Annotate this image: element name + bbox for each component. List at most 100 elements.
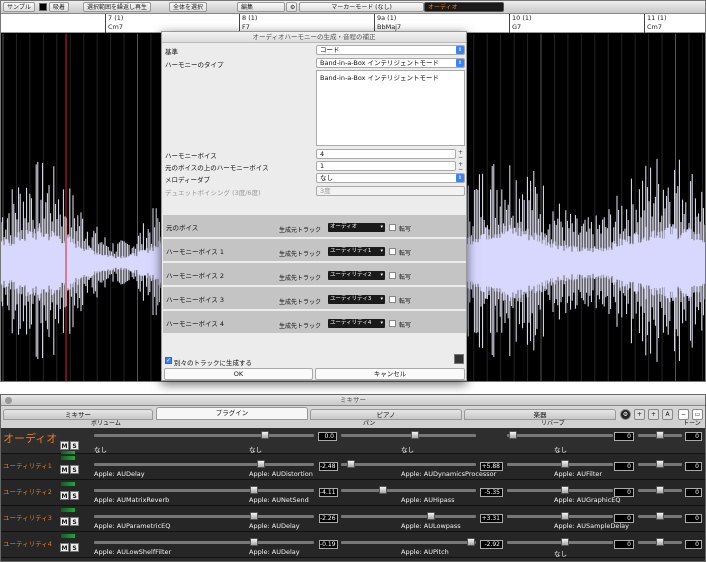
close-window-icon[interactable] [5,397,12,404]
tone-knob[interactable] [656,512,664,520]
harmony-type-list[interactable]: Band-in-a-Box インテリジェントモード [316,70,465,146]
volume-slider[interactable] [94,489,314,492]
piano-keyboard-icon[interactable] [454,354,464,364]
reverb-knob[interactable] [561,460,569,468]
plugin-slot[interactable]: Apple: AUDelay [249,522,300,530]
volume-knob[interactable] [257,460,265,468]
harmony-type-list-item[interactable]: Band-in-a-Box インテリジェントモード [317,71,464,83]
tab-instruments[interactable]: 楽器 [464,409,616,420]
pan-value-box[interactable]: -2.26 [319,514,338,523]
volume-slider[interactable] [94,541,314,544]
edit-menu-button[interactable]: 編集 [237,2,285,12]
plugin-slot[interactable]: なし [554,444,567,454]
basis-select[interactable]: コード ⇕ [316,45,465,55]
minimize-icon[interactable]: − [678,409,689,420]
tab-piano[interactable]: ピアノ [310,409,462,420]
transcribe-checkbox[interactable] [389,272,396,279]
reverb-knob[interactable] [561,538,569,546]
volume-knob[interactable] [250,512,258,520]
tone-box[interactable]: 0 [685,432,702,441]
volume-knob[interactable] [261,431,269,439]
maximize-icon[interactable]: ▭ [692,409,703,420]
tone-box[interactable]: 0 [685,462,702,471]
melody-dub-select[interactable]: なし ⇕ [316,173,465,183]
mute-button[interactable]: M [60,465,69,474]
reverb-slider[interactable] [507,541,613,544]
pan-slider[interactable] [341,489,476,492]
pan-knob[interactable] [379,486,387,494]
reverb-value-box[interactable]: -2.92 [480,540,503,549]
absorb-checkbox[interactable] [39,3,47,11]
plugin-slot[interactable]: Apple: AUMatrixReverb [94,496,169,504]
plugin-slot[interactable]: Apple: AULowpass [401,522,461,530]
reverb-box[interactable]: 0 [614,462,634,471]
solo-button[interactable]: S [70,517,79,526]
plugin-slot[interactable]: Apple: AUFilter [554,470,602,478]
reverb-knob[interactable] [561,486,569,494]
mute-button[interactable]: M [60,441,69,450]
marker-mode-select[interactable]: マーカーモード (なし) [299,2,424,12]
plugin-slot[interactable]: Apple: AUDynamicsProcessor [401,470,496,478]
plugin-slot[interactable]: なし [94,444,107,454]
ok-button[interactable]: OK [164,368,313,380]
tone-box[interactable]: 0 [685,488,702,497]
tone-knob[interactable] [656,431,664,439]
add-icon[interactable]: + [648,409,659,420]
gear-icon[interactable]: ⚙ [620,409,631,420]
track-select[interactable]: ユーティリティ4 ▾ [328,319,385,328]
separate-tracks-checkbox[interactable]: ✓ [165,357,172,364]
plugin-slot[interactable]: Apple: AUDelay [94,470,145,478]
pan-slider[interactable] [341,463,476,466]
stepper-icon[interactable]: + − [457,162,464,173]
tone-knob[interactable] [656,486,664,494]
plugin-slot[interactable]: Apple: AUDelay [249,548,300,556]
plugin-slot[interactable]: Apple: AUPitch [401,548,449,556]
transcribe-checkbox[interactable] [389,320,396,327]
reverb-knob[interactable] [509,431,517,439]
transcribe-checkbox[interactable] [389,248,396,255]
pan-knob[interactable] [427,512,435,520]
plugin-slot[interactable]: Apple: AUGraphicEQ [554,496,621,504]
reverb-box[interactable]: 0 [614,540,634,549]
reverb-knob[interactable] [561,512,569,520]
tone-knob[interactable] [656,538,664,546]
pan-knob[interactable] [467,538,475,546]
reverb-slider[interactable] [507,463,613,466]
pan-knob[interactable] [347,460,355,468]
harmony-type-select[interactable]: Band-in-a-Box インテリジェントモード ⇕ [316,58,465,68]
add-icon[interactable]: + [634,409,645,420]
plugin-slot[interactable]: Apple: AUDistortion [249,470,313,478]
select-all-button[interactable]: 全体を選択 [169,2,208,12]
plugin-slot[interactable]: Apple: AUNetSend [249,496,309,504]
volume-knob[interactable] [250,538,258,546]
mute-button[interactable]: M [60,491,69,500]
plugin-slot[interactable]: なし [249,444,262,454]
tone-knob[interactable] [656,460,664,468]
track-select[interactable]: オーディオ [424,2,504,12]
volume-slider[interactable] [94,515,314,518]
stepper-icon[interactable]: + − [457,150,464,161]
track-select[interactable]: ユーティリティ3 ▾ [328,295,385,304]
track-select[interactable]: ユーティリティ1 ▾ [328,247,385,256]
reverb-box[interactable]: 0 [614,432,634,441]
transcribe-checkbox[interactable] [389,296,396,303]
cancel-button[interactable]: キャンセル [315,368,465,380]
plugin-slot[interactable]: なし [401,444,414,454]
volume-slider[interactable] [94,434,314,437]
pan-value-box[interactable]: 0.0 [318,432,337,441]
solo-button[interactable]: S [70,491,79,500]
transcribe-checkbox[interactable] [389,224,396,231]
track-select[interactable]: オーディオ ▾ [328,223,385,232]
volume-slider[interactable] [94,463,314,466]
reverb-value-box[interactable]: -5.35 [480,488,503,497]
mute-button[interactable]: M [60,543,69,552]
above-voices-input[interactable]: 1 + − [316,161,463,173]
plugin-slot[interactable]: Apple: AUParametricEQ [94,522,170,530]
pan-slider[interactable] [341,515,476,518]
solo-button[interactable]: S [70,441,79,450]
sample-button[interactable]: サンプル [3,2,35,12]
absorb-button[interactable]: 吸着 [49,2,70,12]
reverb-slider[interactable] [507,515,613,518]
tone-box[interactable]: 0 [685,514,702,523]
plugin-slot[interactable]: Apple: AUHipass [401,496,455,504]
